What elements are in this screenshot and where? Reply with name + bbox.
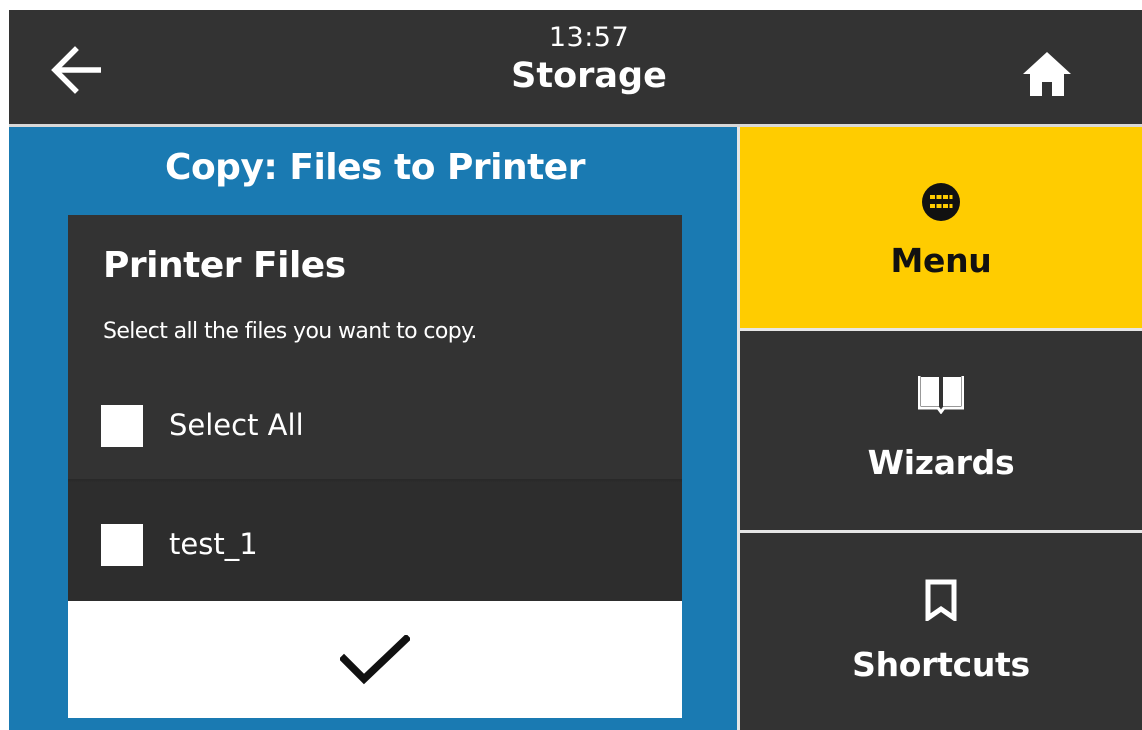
back-button[interactable] bbox=[39, 32, 115, 108]
select-all-checkbox[interactable] bbox=[101, 405, 143, 447]
side-nav: Menu Wizards Shortcuts bbox=[740, 127, 1142, 730]
dialog-instructions: Select all the files you want to copy. bbox=[103, 319, 477, 344]
confirm-button[interactable] bbox=[68, 601, 682, 718]
header-bar: 13:57 Storage bbox=[9, 10, 1142, 124]
page-title: Storage bbox=[511, 56, 667, 96]
nav-label-menu: Menu bbox=[890, 241, 992, 280]
arrow-left-icon bbox=[51, 46, 101, 94]
select-all-label: Select All bbox=[169, 408, 304, 442]
home-icon bbox=[1023, 52, 1071, 96]
file-checkbox[interactable] bbox=[101, 524, 143, 566]
grid-dots-icon bbox=[922, 183, 960, 221]
file-select-dialog: Printer Files Select all the files you w… bbox=[68, 215, 682, 718]
checkmark-icon bbox=[340, 634, 410, 684]
bookmark-icon bbox=[925, 579, 957, 621]
printer-screen: 13:57 Storage Copy: Files to Printer Pri… bbox=[9, 10, 1142, 730]
nav-item-shortcuts[interactable]: Shortcuts bbox=[740, 533, 1142, 730]
dialog-heading: Printer Files bbox=[103, 245, 346, 286]
book-icon bbox=[918, 376, 964, 414]
header-title-group: 13:57 Storage bbox=[349, 22, 829, 98]
clock-time: 13:57 bbox=[548, 22, 630, 53]
nav-label-shortcuts: Shortcuts bbox=[852, 645, 1030, 684]
nav-item-wizards[interactable]: Wizards bbox=[740, 331, 1142, 530]
nav-label-wizards: Wizards bbox=[867, 443, 1015, 482]
list-item[interactable]: test_1 bbox=[68, 483, 682, 601]
panel-title: Copy: Files to Printer bbox=[165, 147, 585, 188]
file-name-label: test_1 bbox=[169, 527, 258, 561]
nav-item-menu[interactable]: Menu bbox=[740, 127, 1142, 328]
copy-panel: Copy: Files to Printer Printer Files Sel… bbox=[9, 127, 737, 730]
home-button[interactable] bbox=[1009, 36, 1085, 112]
select-all-row[interactable]: Select All bbox=[68, 375, 682, 475]
